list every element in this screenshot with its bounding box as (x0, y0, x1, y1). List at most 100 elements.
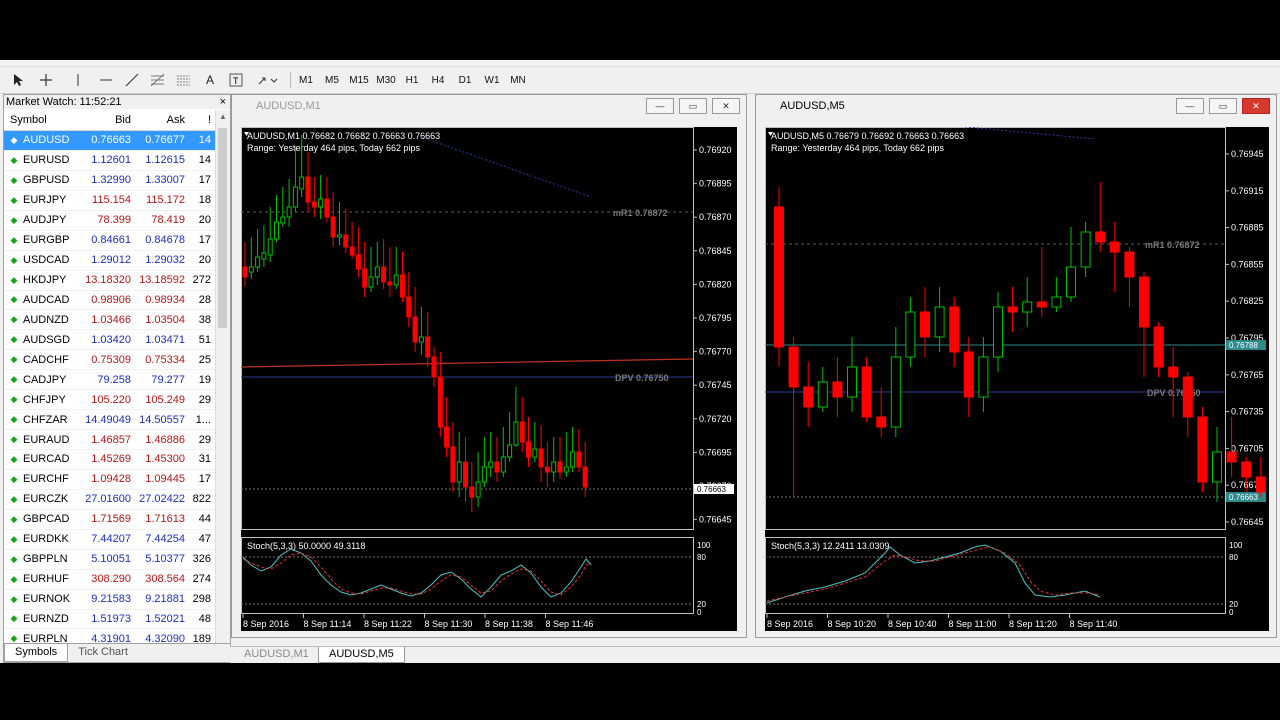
market-watch-scrollbar[interactable]: ▲ (215, 110, 230, 643)
ask-cell: 1.29032 (145, 254, 185, 267)
minimize-icon[interactable]: — (646, 98, 674, 114)
close-icon[interactable]: × (220, 95, 226, 109)
column-spread[interactable]: ! (185, 114, 215, 126)
fibonacci-icon[interactable] (148, 70, 168, 90)
price-chart[interactable]: AUDUSD,M1 0.76682 0.76682 0.76663 0.7666… (241, 127, 737, 631)
ask-cell: 14.50557 (139, 413, 185, 426)
bid-cell: 105.220 (91, 393, 131, 406)
symbol-name: GBPPLN (23, 553, 68, 566)
spread-cell: 17 (198, 234, 211, 247)
table-row[interactable]: ◆ CADJPY 79.258 79.277 19 (4, 370, 215, 391)
channel-icon[interactable] (174, 70, 194, 90)
candle-body (847, 366, 857, 398)
table-row[interactable]: ◆ EURNZD 1.51973 1.52021 48 (4, 610, 215, 630)
tab-symbols[interactable]: Symbols (4, 644, 69, 662)
chart-canvas[interactable]: AUDUSD,M1 0.76682 0.76682 0.76663 0.7666… (241, 127, 737, 631)
market-watch-table: Symbol Bid Ask ! ◆ AUDUSD 0.76663 0.76677 14… (4, 110, 215, 662)
spread-cell: 51 (198, 333, 211, 346)
chart-canvas[interactable]: AUDUSD,M5 0.76679 0.76692 0.76663 0.7666… (765, 127, 1269, 631)
timeframe-m15[interactable]: M15 (347, 71, 371, 89)
table-row[interactable]: ◆ USDCAD 1.29012 1.29032 20 (4, 251, 215, 271)
spread-cell: 18 (198, 194, 211, 207)
table-row[interactable]: ◆ EURNOK 9.21583 9.21881 298 (4, 590, 215, 610)
price-direction-icon: ◆ (10, 613, 18, 624)
candle-body (469, 486, 475, 498)
text-icon[interactable]: A (200, 70, 220, 90)
chart-tabs: AUDUSD,M1 AUDUSD,M5 (230, 646, 1280, 663)
candle-body (905, 311, 916, 358)
symbol-name: EURNOK (23, 593, 71, 606)
tab-audusd-m5[interactable]: AUDUSD,M5 (318, 647, 405, 663)
price-axis-label: 0.76945 (1231, 149, 1264, 159)
table-row[interactable]: ◆ GBPPLN 5.10051 5.10377 326 (4, 550, 215, 570)
tab-audusd-m1[interactable]: AUDUSD,M1 (234, 647, 319, 662)
table-row[interactable]: ◆ EURGBP 0.84661 0.84678 17 (4, 231, 215, 251)
maximize-icon[interactable]: ▭ (679, 98, 707, 114)
timeframe-mn[interactable]: MN (506, 71, 530, 89)
scroll-up-icon[interactable]: ▲ (219, 112, 227, 121)
table-row[interactable]: ◆ EURJPY 115.154 115.172 18 (4, 191, 215, 211)
chart-window-m5: AUDUSD,M5 — ▭ ✕ AUDUSD,M5 0.76679 0.7669… (755, 94, 1277, 638)
price-axis-label: 0.76845 (699, 246, 732, 256)
table-row[interactable]: ◆ EURUSD 1.12601 1.12615 14 (4, 151, 215, 171)
cursor-icon[interactable] (8, 70, 28, 90)
timeframe-d1[interactable]: D1 (453, 71, 477, 89)
time-axis-label: 8 Sep 11:46 (546, 619, 594, 629)
price-axis-label: 0.76735 (1231, 407, 1264, 417)
table-row[interactable]: ◆ EURCAD 1.45269 1.45300 31 (4, 450, 215, 470)
drawing-toolbar: A T M1 M5 M15 M30 H1 H4 D1 W1 MN (0, 67, 1280, 94)
table-row[interactable]: ◆ CADCHF 0.75309 0.75334 25 (4, 350, 215, 371)
scrollbar-thumb[interactable] (218, 128, 227, 328)
timeframe-m30[interactable]: M30 (374, 71, 398, 89)
column-symbol[interactable]: Symbol (4, 114, 77, 126)
table-row[interactable]: ◆ EURHUF 308.290 308.564 274 (4, 570, 215, 590)
maximize-icon[interactable]: ▭ (1209, 98, 1237, 114)
table-row[interactable]: ◆ AUDUSD 0.76663 0.76677 14 (4, 131, 215, 151)
stoch-signal-line (242, 552, 592, 596)
ask-cell: 1.03471 (145, 333, 185, 346)
table-row[interactable]: ◆ AUDNZD 1.03466 1.03504 38 (4, 310, 215, 331)
column-bid[interactable]: Bid (77, 114, 131, 126)
candle-body (557, 461, 563, 473)
close-icon[interactable]: ✕ (1242, 98, 1270, 114)
crosshair-icon[interactable] (36, 70, 56, 90)
table-row[interactable]: ◆ AUDSGD 1.03420 1.03471 51 (4, 330, 215, 351)
table-row[interactable]: ◆ EURAUD 1.46857 1.46886 29 (4, 430, 215, 450)
table-row[interactable]: ◆ AUDCAD 0.98906 0.98934 28 (4, 291, 215, 311)
table-row[interactable]: ◆ EURCHF 1.09428 1.09445 17 (4, 470, 215, 490)
spread-cell: 29 (198, 393, 211, 406)
timeframe-w1[interactable]: W1 (480, 71, 504, 89)
tab-tick-chart[interactable]: Tick Chart (68, 644, 138, 662)
price-direction-icon: ◆ (10, 354, 18, 365)
timeframe-m5[interactable]: M5 (320, 71, 344, 89)
ask-cell: 7.44254 (145, 533, 185, 546)
timeframe-h4[interactable]: H4 (426, 71, 450, 89)
stoch-level-label: 80 (697, 553, 706, 562)
price-axis-label: 0.76920 (699, 145, 732, 155)
minimize-icon[interactable]: — (1176, 98, 1204, 114)
table-row[interactable]: ◆ AUDJPY 78.399 78.419 20 (4, 211, 215, 231)
bid-cell: 1.71569 (91, 513, 131, 526)
table-row[interactable]: ◆ EURDKK 7.44207 7.44254 47 (4, 530, 215, 550)
timeframe-h1[interactable]: H1 (400, 71, 424, 89)
table-row[interactable]: ◆ GBPUSD 1.32990 1.33007 17 (4, 171, 215, 191)
table-row[interactable]: ◆ CHFZAR 14.49049 14.50557 1... (4, 410, 215, 431)
close-icon[interactable]: ✕ (712, 98, 740, 114)
column-ask[interactable]: Ask (131, 114, 185, 126)
vertical-line-icon[interactable] (68, 70, 88, 90)
price-chart[interactable]: AUDUSD,M5 0.76679 0.76692 0.76663 0.7666… (765, 127, 1269, 631)
table-row[interactable]: ◆ GBPCAD 1.71569 1.71613 44 (4, 510, 215, 530)
price-direction-icon: ◆ (10, 154, 18, 165)
horizontal-line-icon[interactable] (96, 70, 116, 90)
candle-body (1212, 451, 1222, 483)
trendline-icon[interactable] (122, 70, 142, 90)
candle-body (500, 456, 506, 473)
table-row[interactable]: ◆ EURCZK 27.01600 27.02422 822 (4, 490, 215, 510)
text-label-icon[interactable]: T (226, 70, 246, 90)
timeframe-m1[interactable]: M1 (294, 71, 318, 89)
symbol-name: AUDJPY (23, 214, 67, 227)
table-row[interactable]: ◆ CHFJPY 105.220 105.249 29 (4, 390, 215, 411)
bid-cell: 1.45269 (91, 453, 131, 466)
table-row[interactable]: ◆ HKDJPY 13.18320 13.18592 272 (4, 271, 215, 291)
arrow-icon[interactable] (254, 70, 280, 90)
